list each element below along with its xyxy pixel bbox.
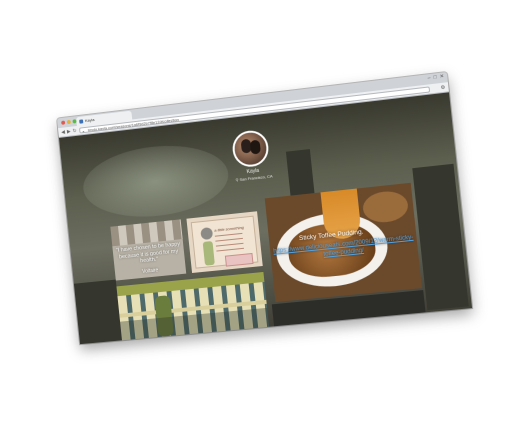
note-line bbox=[215, 237, 243, 242]
background-sky bbox=[79, 138, 232, 224]
note-tag bbox=[224, 252, 254, 267]
minimize-window-button[interactable] bbox=[66, 119, 71, 125]
restore-icon[interactable]: □ bbox=[433, 74, 437, 80]
lock-icon: ● bbox=[82, 129, 85, 134]
reload-icon[interactable]: ↻ bbox=[72, 128, 77, 134]
favicon-icon bbox=[79, 118, 84, 124]
back-arrow-icon[interactable]: ◀ bbox=[61, 129, 65, 135]
close-window-button[interactable] bbox=[61, 120, 66, 125]
minimize-icon[interactable]: – bbox=[427, 75, 431, 81]
note-badge-image bbox=[200, 227, 214, 241]
pudding-spoon-image bbox=[361, 189, 410, 225]
note-paper: a little something bbox=[190, 215, 259, 269]
quote-author: Voltaire bbox=[141, 267, 159, 275]
note-illustration bbox=[202, 240, 215, 266]
note-line bbox=[214, 232, 243, 237]
quote-text: "I have chosen to be happy because it is… bbox=[115, 241, 181, 265]
pin-icon: ⚲ bbox=[235, 177, 239, 183]
background-building bbox=[73, 279, 122, 345]
forward-arrow-icon[interactable]: ▶ bbox=[67, 129, 71, 135]
building-photo-card[interactable] bbox=[116, 271, 270, 341]
window-buttons bbox=[61, 119, 77, 125]
quote-card[interactable]: "I have chosen to be happy because it is… bbox=[110, 219, 187, 281]
wrench-icon[interactable]: ⚙ bbox=[440, 85, 445, 92]
note-line bbox=[216, 247, 244, 252]
window-controls: – □ ✕ bbox=[427, 73, 444, 81]
note-line bbox=[215, 242, 244, 247]
avatar[interactable] bbox=[230, 128, 271, 169]
pudding-card[interactable]: Sticky Toffee Pudding. https://www.delic… bbox=[264, 182, 422, 302]
browser-window: Kayla – □ ✕ ◀ ▶ ↻ ● jimdo.kayla.com/seas… bbox=[57, 72, 473, 345]
page-content: Kayla ⚲ San Francisco, CA "I have chosen… bbox=[58, 92, 473, 345]
note-card[interactable]: a little something bbox=[186, 211, 263, 273]
note-title: a little something bbox=[214, 224, 245, 233]
tab-title: Kayla bbox=[84, 117, 95, 124]
close-icon[interactable]: ✕ bbox=[439, 73, 444, 80]
